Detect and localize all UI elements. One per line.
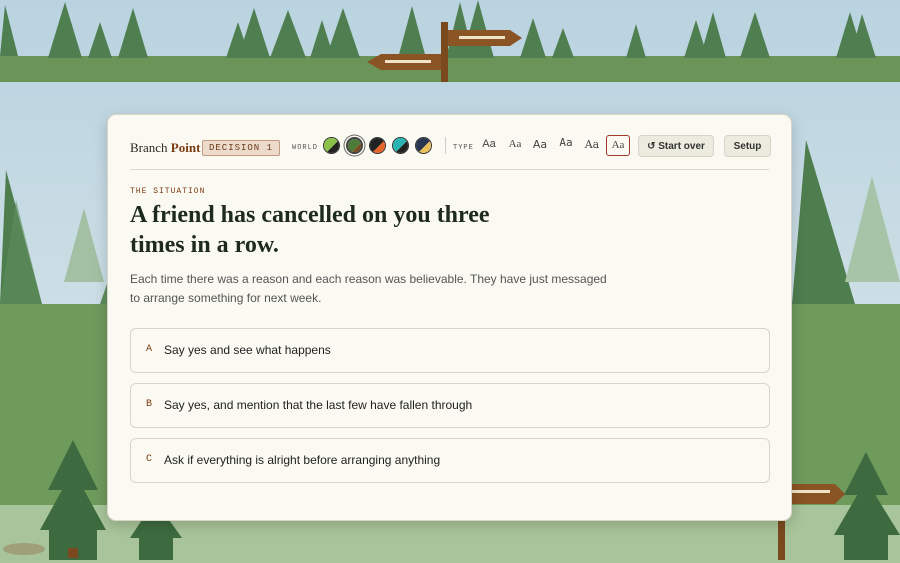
toolbar-divider	[445, 137, 446, 154]
option-letter: C	[146, 454, 153, 465]
type-option-dejavu-serif[interactable]: Aa	[581, 135, 603, 154]
option-c[interactable]: C Ask if everything is alright before ar…	[130, 438, 770, 483]
option-letter: A	[146, 344, 153, 355]
world-label: WORLD	[292, 144, 319, 152]
type-option-dejavu[interactable]: Aa	[529, 135, 551, 154]
option-letter: B	[146, 399, 153, 410]
option-text: Ask if everything is alright before arra…	[164, 453, 441, 467]
option-text: Say yes, and mention that the last few h…	[164, 398, 473, 412]
decision-badge: DECISION 1	[202, 140, 281, 156]
brand-word1: Branch	[130, 140, 168, 155]
world-swatch-gold[interactable]	[415, 137, 432, 154]
setup-button[interactable]: Setup	[724, 135, 771, 157]
start-over-button[interactable]: ↺ Start over	[638, 135, 714, 157]
option-text: Say yes and see what happens	[164, 343, 331, 357]
type-option-selected[interactable]: Aa	[606, 135, 630, 156]
brand-logo: Branch Point	[130, 140, 200, 156]
top-bar: Branch Point DECISION 1 WORLD TYPE Aa Aa…	[130, 133, 771, 170]
situation-label: THE SITUATION	[130, 187, 206, 196]
situation-description: Each time there was a reason and each re…	[130, 272, 607, 305]
type-option-sans[interactable]: Aa	[478, 135, 500, 154]
decision-card: Branch Point DECISION 1 WORLD TYPE Aa Aa…	[107, 114, 792, 521]
type-option-serif[interactable]: Aa	[504, 135, 526, 154]
type-option-mono[interactable]: Aa	[555, 133, 577, 152]
world-swatch-lime[interactable]	[323, 137, 340, 154]
world-swatch-teal[interactable]	[392, 137, 409, 154]
world-swatch-orange[interactable]	[369, 137, 386, 154]
type-label: TYPE	[453, 144, 474, 152]
world-swatch-forest[interactable]	[346, 137, 363, 154]
option-a[interactable]: A Say yes and see what happens	[130, 328, 770, 373]
situation-title: A friend has cancelled on you three time…	[130, 202, 490, 258]
brand-word2: Point	[170, 140, 201, 155]
option-b[interactable]: B Say yes, and mention that the last few…	[130, 383, 770, 428]
